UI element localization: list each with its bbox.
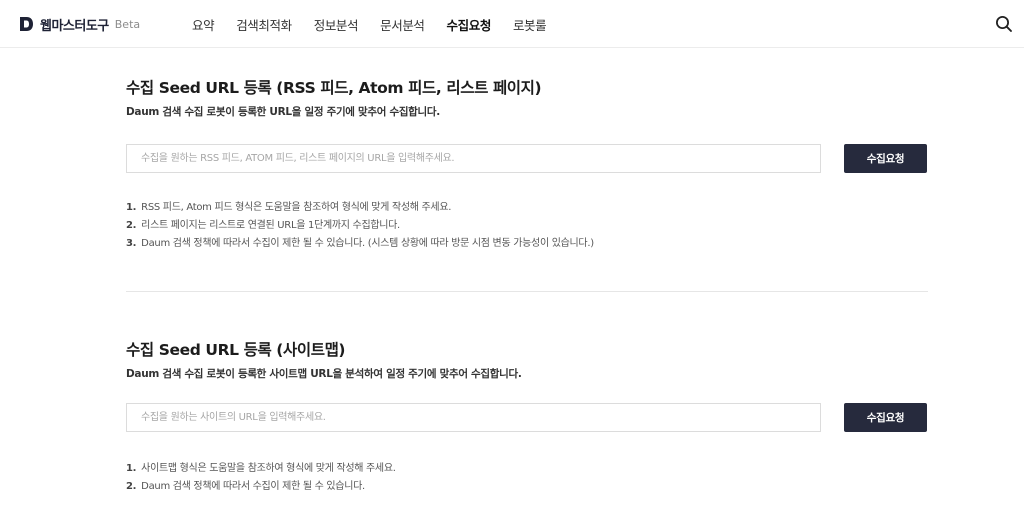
sitemap-submit-button[interactable]: 수집요청	[844, 403, 927, 432]
rss-seed-section: 수집 Seed URL 등록 (RSS 피드, Atom 피드, 리스트 페이지…	[126, 77, 928, 253]
search-icon[interactable]	[995, 15, 1013, 33]
note-text: Daum 검색 정책에 따라서 수집이 제한 될 수 있습니다.	[141, 481, 365, 492]
sitemap-section-title: 수집 Seed URL 등록 (사이트맵)	[126, 341, 346, 359]
logo-text: 웹마스터도구	[40, 18, 109, 34]
list-item: 1. RSS 피드, Atom 피드 형식은 도움말을 참조하여 형식에 맞게 작…	[126, 199, 928, 217]
nav-item-seo[interactable]: 검색최적화	[236, 15, 292, 34]
rss-url-input[interactable]	[126, 144, 821, 173]
rss-url-form: 수집요청	[126, 144, 928, 174]
note-text: Daum 검색 정책에 따라서 수집이 제한 될 수 있습니다. (시스템 상황…	[141, 238, 594, 249]
rss-notes-list: 1. RSS 피드, Atom 피드 형식은 도움말을 참조하여 형식에 맞게 작…	[126, 199, 928, 253]
nav-item-info-analysis[interactable]: 정보분석	[314, 15, 359, 34]
main-nav: 요약 검색최적화 정보분석 문서분석 수집요청 로봇룰	[192, 14, 568, 34]
sitemap-url-input[interactable]	[126, 403, 821, 432]
nav-item-robot-rules[interactable]: 로봇룰	[513, 15, 547, 34]
sitemap-notes-list: 1. 사이트맵 형식은 도움말을 참조하여 형식에 맞게 작성해 주세요. 2. D…	[126, 460, 928, 496]
list-item: 2. Daum 검색 정책에 따라서 수집이 제한 될 수 있습니다.	[126, 478, 928, 496]
rss-section-description: Daum 검색 수집 로봇이 등록한 URL을 일정 주기에 맞추어 수집합니다…	[126, 106, 440, 118]
nav-item-summary[interactable]: 요약	[192, 15, 215, 34]
note-number: 2.	[126, 220, 137, 231]
list-item: 2. 리스트 페이지는 리스트로 연결된 URL을 1단계까지 수집합니다.	[126, 217, 928, 235]
note-text: 사이트맵 형식은 도움말을 참조하여 형식에 맞게 작성해 주세요.	[141, 463, 396, 474]
list-item: 1. 사이트맵 형식은 도움말을 참조하여 형식에 맞게 작성해 주세요.	[126, 460, 928, 478]
sitemap-url-form: 수집요청	[126, 403, 928, 433]
top-header: 웹마스터도구 Beta 요약 검색최적화 정보분석 문서분석 수집요청 로봇룰	[0, 0, 1024, 48]
note-text: RSS 피드, Atom 피드 형식은 도움말을 참조하여 형식에 맞게 작성해…	[141, 202, 452, 213]
sitemap-section-description: Daum 검색 수집 로봇이 등록한 사이트맵 URL을 분석하여 일정 주기에…	[126, 368, 522, 380]
nav-item-doc-analysis[interactable]: 문서분석	[380, 15, 425, 34]
sitemap-seed-section: 수집 Seed URL 등록 (사이트맵) Daum 검색 수집 로봇이 등록한…	[126, 339, 928, 496]
note-number: 3.	[126, 238, 137, 249]
list-item: 3. Daum 검색 정책에 따라서 수집이 제한 될 수 있습니다. (시스템 …	[126, 235, 928, 253]
beta-badge: Beta	[114, 17, 141, 31]
note-number: 1.	[126, 463, 137, 474]
section-divider	[126, 291, 928, 292]
nav-item-crawl-request[interactable]: 수집요청	[447, 15, 492, 34]
note-number: 1.	[126, 202, 137, 213]
note-number: 2.	[126, 481, 137, 492]
rss-submit-button[interactable]: 수집요청	[844, 144, 927, 173]
daum-logo-icon	[19, 16, 34, 32]
rss-section-title: 수집 Seed URL 등록 (RSS 피드, Atom 피드, 리스트 페이지…	[126, 79, 542, 97]
note-text: 리스트 페이지는 리스트로 연결된 URL을 1단계까지 수집합니다.	[141, 220, 400, 231]
logo-link[interactable]: 웹마스터도구 Beta	[19, 13, 140, 35]
